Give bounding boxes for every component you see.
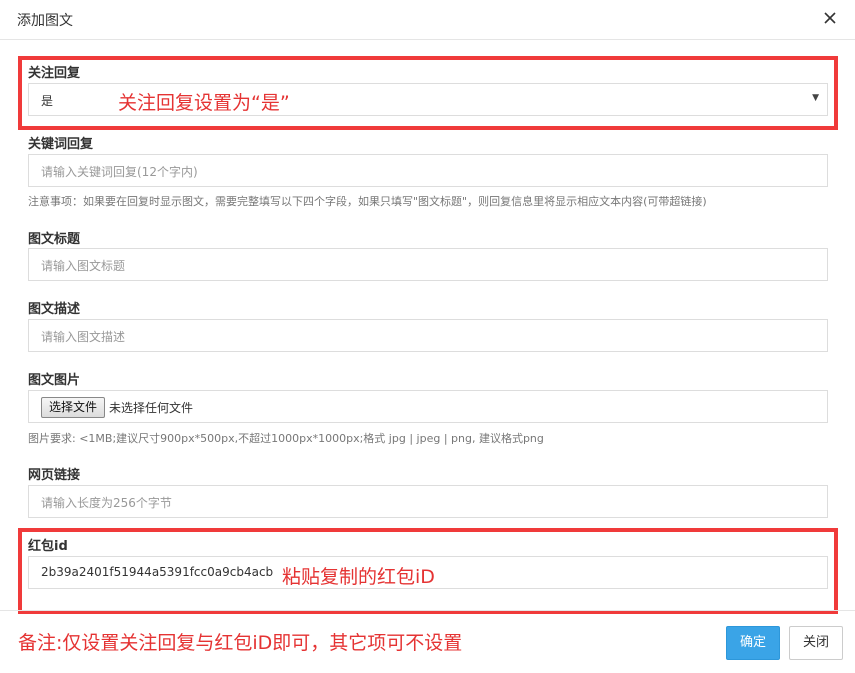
article-desc-label: 图文描述 bbox=[28, 302, 81, 317]
article-title-placeholder: 请输入图文标题 bbox=[41, 259, 126, 273]
article-desc-placeholder: 请输入图文描述 bbox=[41, 330, 126, 344]
redpacket-id-value: 2b39a2401f51944a5391fcc0a9cb4acb bbox=[41, 565, 274, 579]
web-link-placeholder: 请输入长度为256个字节 bbox=[41, 496, 172, 510]
file-status-text: 未选择任何文件 bbox=[109, 401, 194, 415]
follow-reply-label: 关注回复 bbox=[28, 66, 81, 81]
article-image-file-field: 选择文件 未选择任何文件 bbox=[28, 390, 828, 423]
follow-reply-annotation: 关注回复设置为“是” bbox=[118, 92, 290, 114]
footer-divider bbox=[0, 610, 855, 611]
choose-file-button[interactable]: 选择文件 bbox=[41, 397, 106, 418]
confirm-button[interactable]: 确定 bbox=[726, 626, 780, 660]
keyword-reply-label: 关键词回复 bbox=[28, 137, 94, 152]
close-button[interactable]: 关闭 bbox=[789, 626, 843, 660]
article-image-label: 图文图片 bbox=[28, 373, 81, 388]
chevron-down-icon: ▼ bbox=[812, 93, 819, 103]
article-title-label: 图文标题 bbox=[28, 232, 81, 247]
web-link-label: 网页链接 bbox=[28, 468, 81, 483]
follow-reply-selected-value: 是 bbox=[41, 94, 54, 108]
redpacket-annotation: 粘贴复制的红包iD bbox=[282, 566, 435, 588]
footer-remark: 备注:仅设置关注回复与红包iD即可，其它项可不设置 bbox=[18, 632, 463, 654]
keyword-reply-placeholder: 请输入关键词回复(12个字内) bbox=[41, 165, 198, 179]
web-link-input[interactable]: 请输入长度为256个字节 bbox=[28, 485, 828, 518]
article-title-input[interactable]: 请输入图文标题 bbox=[28, 248, 828, 281]
article-desc-input[interactable]: 请输入图文描述 bbox=[28, 319, 828, 352]
dialog-title: 添加图文 bbox=[17, 13, 73, 29]
close-icon[interactable] bbox=[821, 9, 839, 27]
redpacket-id-label: 红包id bbox=[28, 539, 68, 554]
keyword-reply-note: 注意事项：如果要在回复时显示图文，需要完整填写以下四个字段，如果只填写"图文标题… bbox=[28, 195, 707, 208]
dialog-header: 添加图文 bbox=[0, 0, 855, 40]
article-image-note: 图片要求: <1MB;建议尺寸900px*500px,不超过1000px*100… bbox=[28, 432, 544, 445]
keyword-reply-input[interactable]: 请输入关键词回复(12个字内) bbox=[28, 154, 828, 187]
